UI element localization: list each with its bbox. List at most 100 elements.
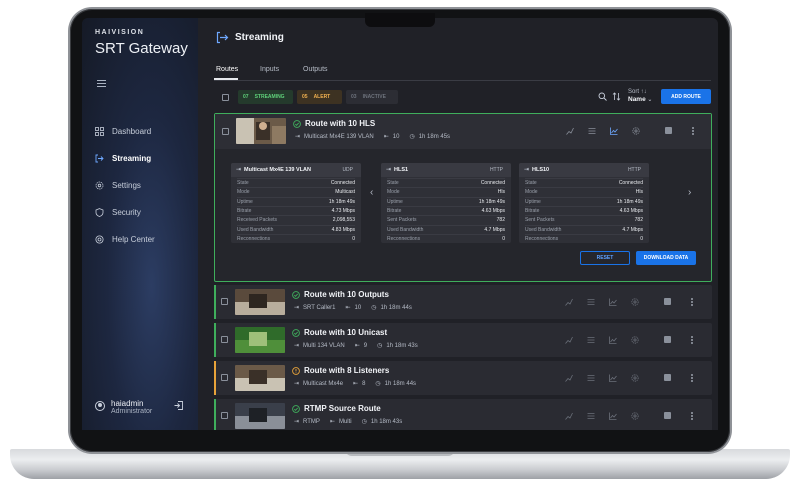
filter-label: INACTIVE: [362, 94, 386, 100]
route-graph-icon[interactable]: [565, 374, 573, 382]
route-checkbox[interactable]: [221, 336, 228, 343]
panel-stat-row: Bitrate 4.73 Mbps: [237, 205, 355, 215]
route-uptime: 1h 18m 45s: [418, 133, 451, 140]
search-icon[interactable]: [598, 92, 607, 101]
route-meta: ⇥ Multicast Mx4e ⇤ 8 ◷ 1h 18m 44s: [294, 380, 416, 388]
more-options-icon[interactable]: [691, 374, 693, 382]
route-card[interactable]: RTMP Source Route ⇥ RTMP ⇤ Multi ◷ 1h 18m 43s: [214, 399, 712, 430]
route-card[interactable]: Route with 10 Outputs ⇥ SRT Caller1 ⇤ 10 ◷ 1h …: [214, 285, 712, 319]
route-graph-icon[interactable]: [566, 127, 574, 135]
more-options-icon[interactable]: [691, 412, 693, 420]
list-icon[interactable]: [587, 374, 595, 382]
stats-chart-icon[interactable]: [609, 336, 617, 344]
route-meta: ⇥ Multi 134 VLAN ⇤ 9 ◷ 1h 18m 43s: [294, 342, 418, 350]
reset-button[interactable]: RESET: [580, 251, 630, 265]
gear-icon[interactable]: [631, 336, 639, 344]
sidebar-item-streaming[interactable]: Streaming: [95, 151, 151, 165]
list-icon[interactable]: [587, 336, 595, 344]
menu-icon[interactable]: [97, 80, 106, 87]
input-icon: ⇥: [294, 381, 300, 387]
filter-alert[interactable]: 05 ALERT: [297, 90, 342, 104]
clock-icon: ◷: [377, 343, 383, 349]
route-checkbox[interactable]: [221, 374, 228, 381]
sort-dropdown[interactable]: Sort ↑↓ Name ⌄: [628, 88, 652, 104]
sort-icon[interactable]: [612, 92, 621, 101]
streaming-icon: [216, 31, 229, 44]
route-name: Route with 10 Outputs: [304, 290, 389, 299]
gear-icon[interactable]: [631, 412, 639, 420]
stop-button[interactable]: [664, 336, 671, 343]
tab-outputs[interactable]: Outputs: [303, 66, 328, 73]
stop-button[interactable]: [664, 412, 671, 419]
tab-inputs[interactable]: Inputs: [260, 66, 279, 73]
stat-value: 4.7 Mbps: [622, 226, 643, 233]
stream-panel: ⇥ Multicast Mx4E 139 VLAN UDP State Connecte…: [231, 163, 361, 243]
route-thumbnail: [236, 118, 286, 144]
chevron-right-icon[interactable]: ›: [688, 187, 691, 198]
panel-stat-row: Reconnections 0: [387, 233, 505, 243]
stats-chart-icon[interactable]: [609, 412, 617, 420]
route-graph-icon[interactable]: [565, 336, 573, 344]
select-all-checkbox[interactable]: [222, 94, 229, 101]
panel-title: HLS1: [394, 167, 409, 173]
stats-chart-icon[interactable]: [609, 374, 617, 382]
route-graph-icon[interactable]: [565, 298, 573, 306]
input-icon: ⇥: [295, 134, 301, 140]
stats-chart-icon[interactable]: [610, 127, 618, 135]
main-content: Streaming Routes Inputs Outputs 07 STREA…: [198, 18, 718, 430]
user-role: Administrator: [111, 408, 153, 415]
more-options-icon[interactable]: [691, 336, 693, 344]
status-accent-bar: [214, 361, 216, 395]
stat-label: State: [237, 180, 249, 186]
stat-value: 1h 18m 49s: [328, 198, 355, 205]
route-checkbox[interactable]: [222, 128, 229, 135]
gear-icon[interactable]: [632, 127, 640, 135]
add-route-button[interactable]: ADD ROUTE: [661, 89, 711, 104]
stat-label: Reconnections: [237, 235, 271, 242]
filter-inactive[interactable]: 03 INACTIVE: [346, 90, 398, 104]
route-card[interactable]: Route with 8 Listeners ⇥ Multicast Mx4e ⇤ 8 ◷…: [214, 361, 712, 395]
dashboard-icon: [95, 126, 104, 136]
route-thumbnail: [235, 403, 285, 429]
gear-icon[interactable]: [631, 374, 639, 382]
stat-value: 4.83 Mbps: [331, 226, 355, 233]
route-checkbox[interactable]: [221, 298, 228, 305]
route-graph-icon[interactable]: [565, 412, 573, 420]
stats-chart-icon[interactable]: [609, 298, 617, 306]
list-icon[interactable]: [587, 412, 595, 420]
list-icon[interactable]: [588, 127, 596, 135]
more-options-icon[interactable]: [692, 127, 694, 135]
route-card-header[interactable]: Route with 10 HLS ⇥ Multicast Mx4E 139 V…: [215, 114, 711, 149]
sidebar-item-help-center[interactable]: Help Center: [95, 232, 155, 246]
stat-value: 4.63 Mbps: [481, 207, 505, 214]
stop-button[interactable]: [664, 298, 671, 305]
user-profile[interactable]: haiadmin Administrator: [95, 399, 152, 415]
panel-stat-row: Mode Hls: [387, 187, 505, 196]
brand-wordmark: HAIVISION: [95, 29, 145, 36]
panel-stat-row: Uptime 1h 18m 49s: [387, 196, 505, 206]
list-icon[interactable]: [587, 298, 595, 306]
route-card[interactable]: Route with 10 Unicast ⇥ Multi 134 VLAN ⇤ 9 ◷ 1…: [214, 323, 712, 357]
gear-icon[interactable]: [631, 298, 639, 306]
route-card-expanded[interactable]: Route with 10 HLS ⇥ Multicast Mx4E 139 V…: [214, 113, 712, 282]
logout-icon[interactable]: [174, 401, 184, 410]
stop-button[interactable]: [664, 374, 671, 381]
stop-button[interactable]: [665, 127, 672, 134]
output-icon: ⇤: [345, 305, 351, 311]
panel-stat-row: Used Bandwidth 4.7 Mbps: [525, 224, 643, 234]
chevron-left-icon[interactable]: ‹: [370, 187, 373, 198]
output-icon: ⇤: [383, 134, 389, 140]
status-accent-bar: [214, 285, 216, 319]
download-data-button[interactable]: DOWNLOAD DATA: [636, 251, 696, 265]
panel-stat-row: Reconnections 0: [237, 233, 355, 243]
panel-stat-row: Used Bandwidth 4.7 Mbps: [387, 224, 505, 234]
filter-streaming[interactable]: 07 STREAMING: [238, 90, 293, 104]
sidebar-item-security[interactable]: Security: [95, 205, 141, 219]
output-icon: ⇤: [353, 381, 359, 387]
tab-routes[interactable]: Routes: [216, 66, 238, 73]
route-checkbox[interactable]: [221, 412, 228, 419]
sidebar-item-settings[interactable]: Settings: [95, 178, 141, 192]
sidebar-item-dashboard[interactable]: Dashboard: [95, 124, 151, 138]
more-options-icon[interactable]: [691, 298, 693, 306]
stat-label: Reconnections: [387, 235, 421, 242]
